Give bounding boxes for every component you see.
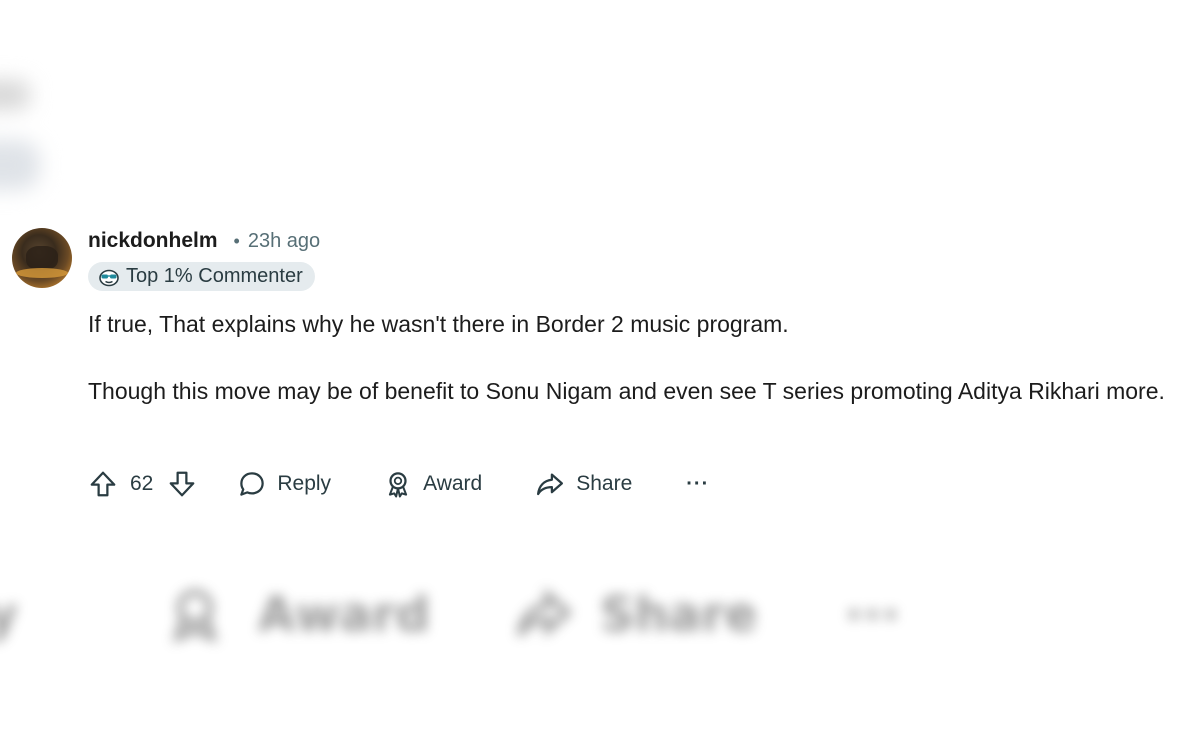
badge-label: Top 1% Commenter xyxy=(126,265,303,287)
share-button[interactable]: Share xyxy=(534,469,632,499)
blurred-share-icon xyxy=(516,588,573,637)
meta-separator: • xyxy=(233,231,240,251)
more-options-button[interactable]: ··· xyxy=(686,473,709,496)
comment-meta: nickdonhelm • 23h ago xyxy=(88,229,320,253)
award-ribbon-icon xyxy=(388,472,408,498)
blurred-more-label: ··· xyxy=(845,587,900,643)
downvote-button[interactable] xyxy=(167,469,197,499)
avatar[interactable] xyxy=(12,228,72,288)
share-label: Share xyxy=(576,472,633,495)
comment-body: If true, That explains why he wasn't the… xyxy=(88,308,1178,442)
reply-button[interactable]: Reply xyxy=(237,469,331,499)
comment-action-row: 62 Reply Award Share ··· xyxy=(88,466,709,502)
reply-label: Reply xyxy=(277,472,332,495)
sunglasses-snoo-icon xyxy=(99,269,119,286)
comment-paragraph-1: If true, That explains why he wasn't the… xyxy=(88,311,789,337)
blurred-next-action-row: ly Award Share ··· xyxy=(0,575,1200,665)
upvote-button[interactable] xyxy=(88,469,118,499)
award-label: Award xyxy=(423,472,483,495)
comment-bubble-icon xyxy=(240,472,265,496)
user-flair-badge: Top 1% Commenter xyxy=(88,262,315,291)
vote-count: 62 xyxy=(130,472,154,495)
downvote-arrow-icon xyxy=(169,471,195,497)
blurred-reply-label: ly xyxy=(0,587,18,643)
comment-paragraph-2: Though this move may be of benefit to So… xyxy=(88,378,1165,404)
comment-timestamp[interactable]: 23h ago xyxy=(248,230,320,253)
author-username[interactable]: nickdonhelm xyxy=(88,229,218,253)
blurred-share-label: Share xyxy=(600,587,758,643)
share-arrow-icon xyxy=(537,473,564,496)
blurred-award-label: Award xyxy=(258,587,430,643)
award-button[interactable]: Award xyxy=(383,469,482,499)
blurred-award-icon xyxy=(172,589,218,643)
screenshot-stage: ly Award Share ··· nickdonhelm • 23h ago xyxy=(0,0,1200,738)
blurred-previous-content xyxy=(0,70,80,200)
upvote-arrow-icon xyxy=(90,471,116,497)
